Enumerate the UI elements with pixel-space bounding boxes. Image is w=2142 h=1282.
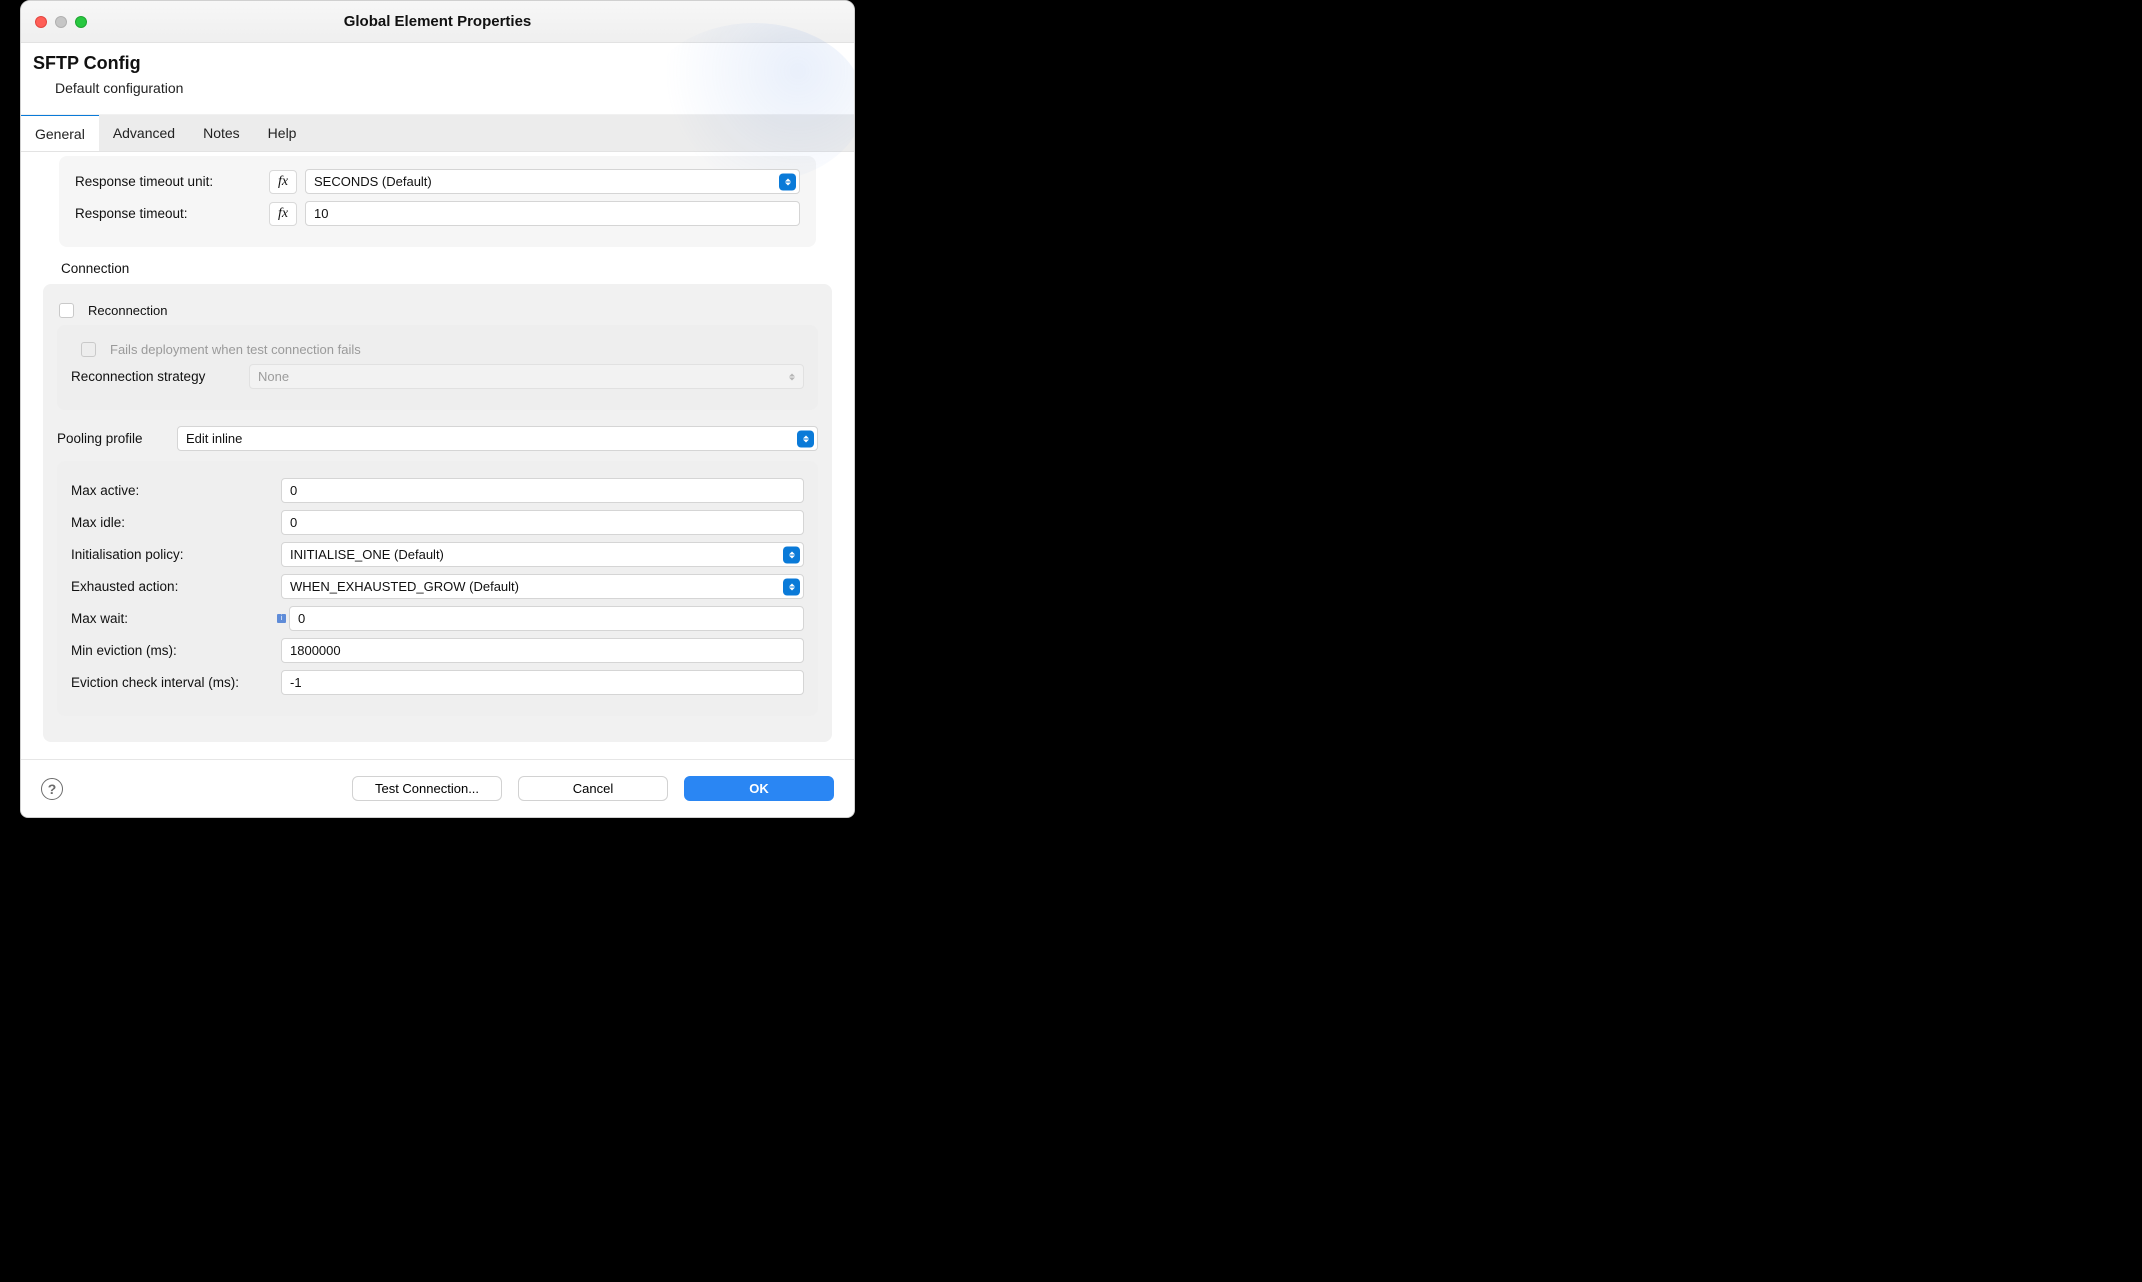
pooling-profile-select[interactable]: Edit inline — [177, 426, 818, 451]
response-timeout-input[interactable] — [305, 201, 800, 226]
min-eviction-label: Min eviction (ms): — [71, 643, 273, 658]
exhausted-action-select[interactable]: WHEN_EXHAUSTED_GROW (Default) — [281, 574, 804, 599]
max-idle-input[interactable] — [281, 510, 804, 535]
reconnection-checkbox[interactable] — [59, 303, 74, 318]
dialog-header: SFTP Config Default configuration — [21, 43, 854, 115]
reconnection-strategy-label: Reconnection strategy — [71, 369, 241, 384]
reconnection-label: Reconnection — [88, 303, 168, 318]
initialisation-policy-value: INITIALISE_ONE (Default) — [290, 547, 444, 562]
titlebar: Global Element Properties — [21, 1, 854, 43]
row-min-eviction: Min eviction (ms): — [71, 638, 804, 663]
row-eviction-check-interval: Eviction check interval (ms): — [71, 670, 804, 695]
ok-button[interactable]: OK — [684, 776, 834, 801]
config-title: SFTP Config — [33, 53, 838, 74]
cancel-button[interactable]: Cancel — [518, 776, 668, 801]
response-timeout-unit-label: Response timeout unit: — [75, 174, 261, 189]
exhausted-action-label: Exhausted action: — [71, 579, 273, 594]
row-reconnection-strategy: Reconnection strategy None — [71, 364, 804, 389]
exhausted-action-value: WHEN_EXHAUSTED_GROW (Default) — [290, 579, 519, 594]
row-response-timeout: Response timeout: fx — [75, 201, 800, 226]
row-initialisation-policy: Initialisation policy: INITIALISE_ONE (D… — [71, 542, 804, 567]
row-pooling-profile: Pooling profile Edit inline — [57, 426, 818, 451]
pooling-profile-panel: Max active: Max idle: Initialisation pol… — [57, 461, 818, 716]
max-wait-label: Max wait: — [71, 611, 273, 626]
chevron-updown-icon — [779, 173, 796, 190]
window-title: Global Element Properties — [344, 13, 532, 30]
chevron-updown-icon — [797, 430, 814, 447]
eviction-check-interval-input[interactable] — [281, 670, 804, 695]
row-fails-deployment: Fails deployment when test connection fa… — [81, 342, 804, 357]
info-icon: i — [277, 614, 286, 623]
initialisation-policy-select[interactable]: INITIALISE_ONE (Default) — [281, 542, 804, 567]
pooling-profile-value: Edit inline — [186, 431, 242, 446]
config-subtitle: Default configuration — [55, 80, 838, 96]
tab-help[interactable]: Help — [254, 115, 311, 151]
response-timeout-unit-select[interactable]: SECONDS (Default) — [305, 169, 800, 194]
fails-deployment-label: Fails deployment when test connection fa… — [110, 342, 361, 357]
fx-button[interactable]: fx — [269, 202, 297, 226]
tab-general[interactable]: General — [21, 114, 99, 151]
timeout-panel: Response timeout unit: fx SECONDS (Defau… — [59, 156, 816, 247]
row-max-active: Max active: — [71, 478, 804, 503]
content-area: Response timeout unit: fx SECONDS (Defau… — [21, 152, 854, 759]
tab-notes[interactable]: Notes — [189, 115, 254, 151]
max-wait-input[interactable] — [289, 606, 804, 631]
fx-button[interactable]: fx — [269, 170, 297, 194]
chevron-updown-icon — [783, 368, 800, 385]
response-timeout-label: Response timeout: — [75, 206, 261, 221]
chevron-updown-icon — [783, 546, 800, 563]
row-max-wait: Max wait: i — [71, 606, 804, 631]
dialog-window: Global Element Properties SFTP Config De… — [20, 0, 855, 818]
max-active-label: Max active: — [71, 483, 273, 498]
dialog-footer: ? Test Connection... Cancel OK — [21, 759, 854, 817]
tab-advanced[interactable]: Advanced — [99, 115, 189, 151]
zoom-icon[interactable] — [75, 16, 87, 28]
row-exhausted-action: Exhausted action: WHEN_EXHAUSTED_GROW (D… — [71, 574, 804, 599]
reconnection-strategy-select: None — [249, 364, 804, 389]
connection-panel: Reconnection Fails deployment when test … — [43, 284, 832, 742]
fails-deployment-checkbox — [81, 342, 96, 357]
max-active-input[interactable] — [281, 478, 804, 503]
initialisation-policy-label: Initialisation policy: — [71, 547, 273, 562]
pooling-profile-label: Pooling profile — [57, 431, 169, 446]
test-connection-button[interactable]: Test Connection... — [352, 776, 502, 801]
close-icon[interactable] — [35, 16, 47, 28]
reconnection-inner-panel: Fails deployment when test connection fa… — [57, 325, 818, 410]
tab-bar: General Advanced Notes Help — [21, 115, 854, 152]
minimize-icon[interactable] — [55, 16, 67, 28]
connection-section-label: Connection — [61, 261, 832, 276]
eviction-check-interval-label: Eviction check interval (ms): — [71, 675, 273, 690]
max-idle-label: Max idle: — [71, 515, 273, 530]
row-max-idle: Max idle: — [71, 510, 804, 535]
response-timeout-unit-value: SECONDS (Default) — [314, 174, 432, 189]
chevron-updown-icon — [783, 578, 800, 595]
window-controls — [35, 16, 87, 28]
reconnection-strategy-value: None — [258, 369, 289, 384]
row-response-timeout-unit: Response timeout unit: fx SECONDS (Defau… — [75, 169, 800, 194]
row-reconnection: Reconnection — [59, 303, 818, 318]
help-icon[interactable]: ? — [41, 778, 63, 800]
min-eviction-input[interactable] — [281, 638, 804, 663]
